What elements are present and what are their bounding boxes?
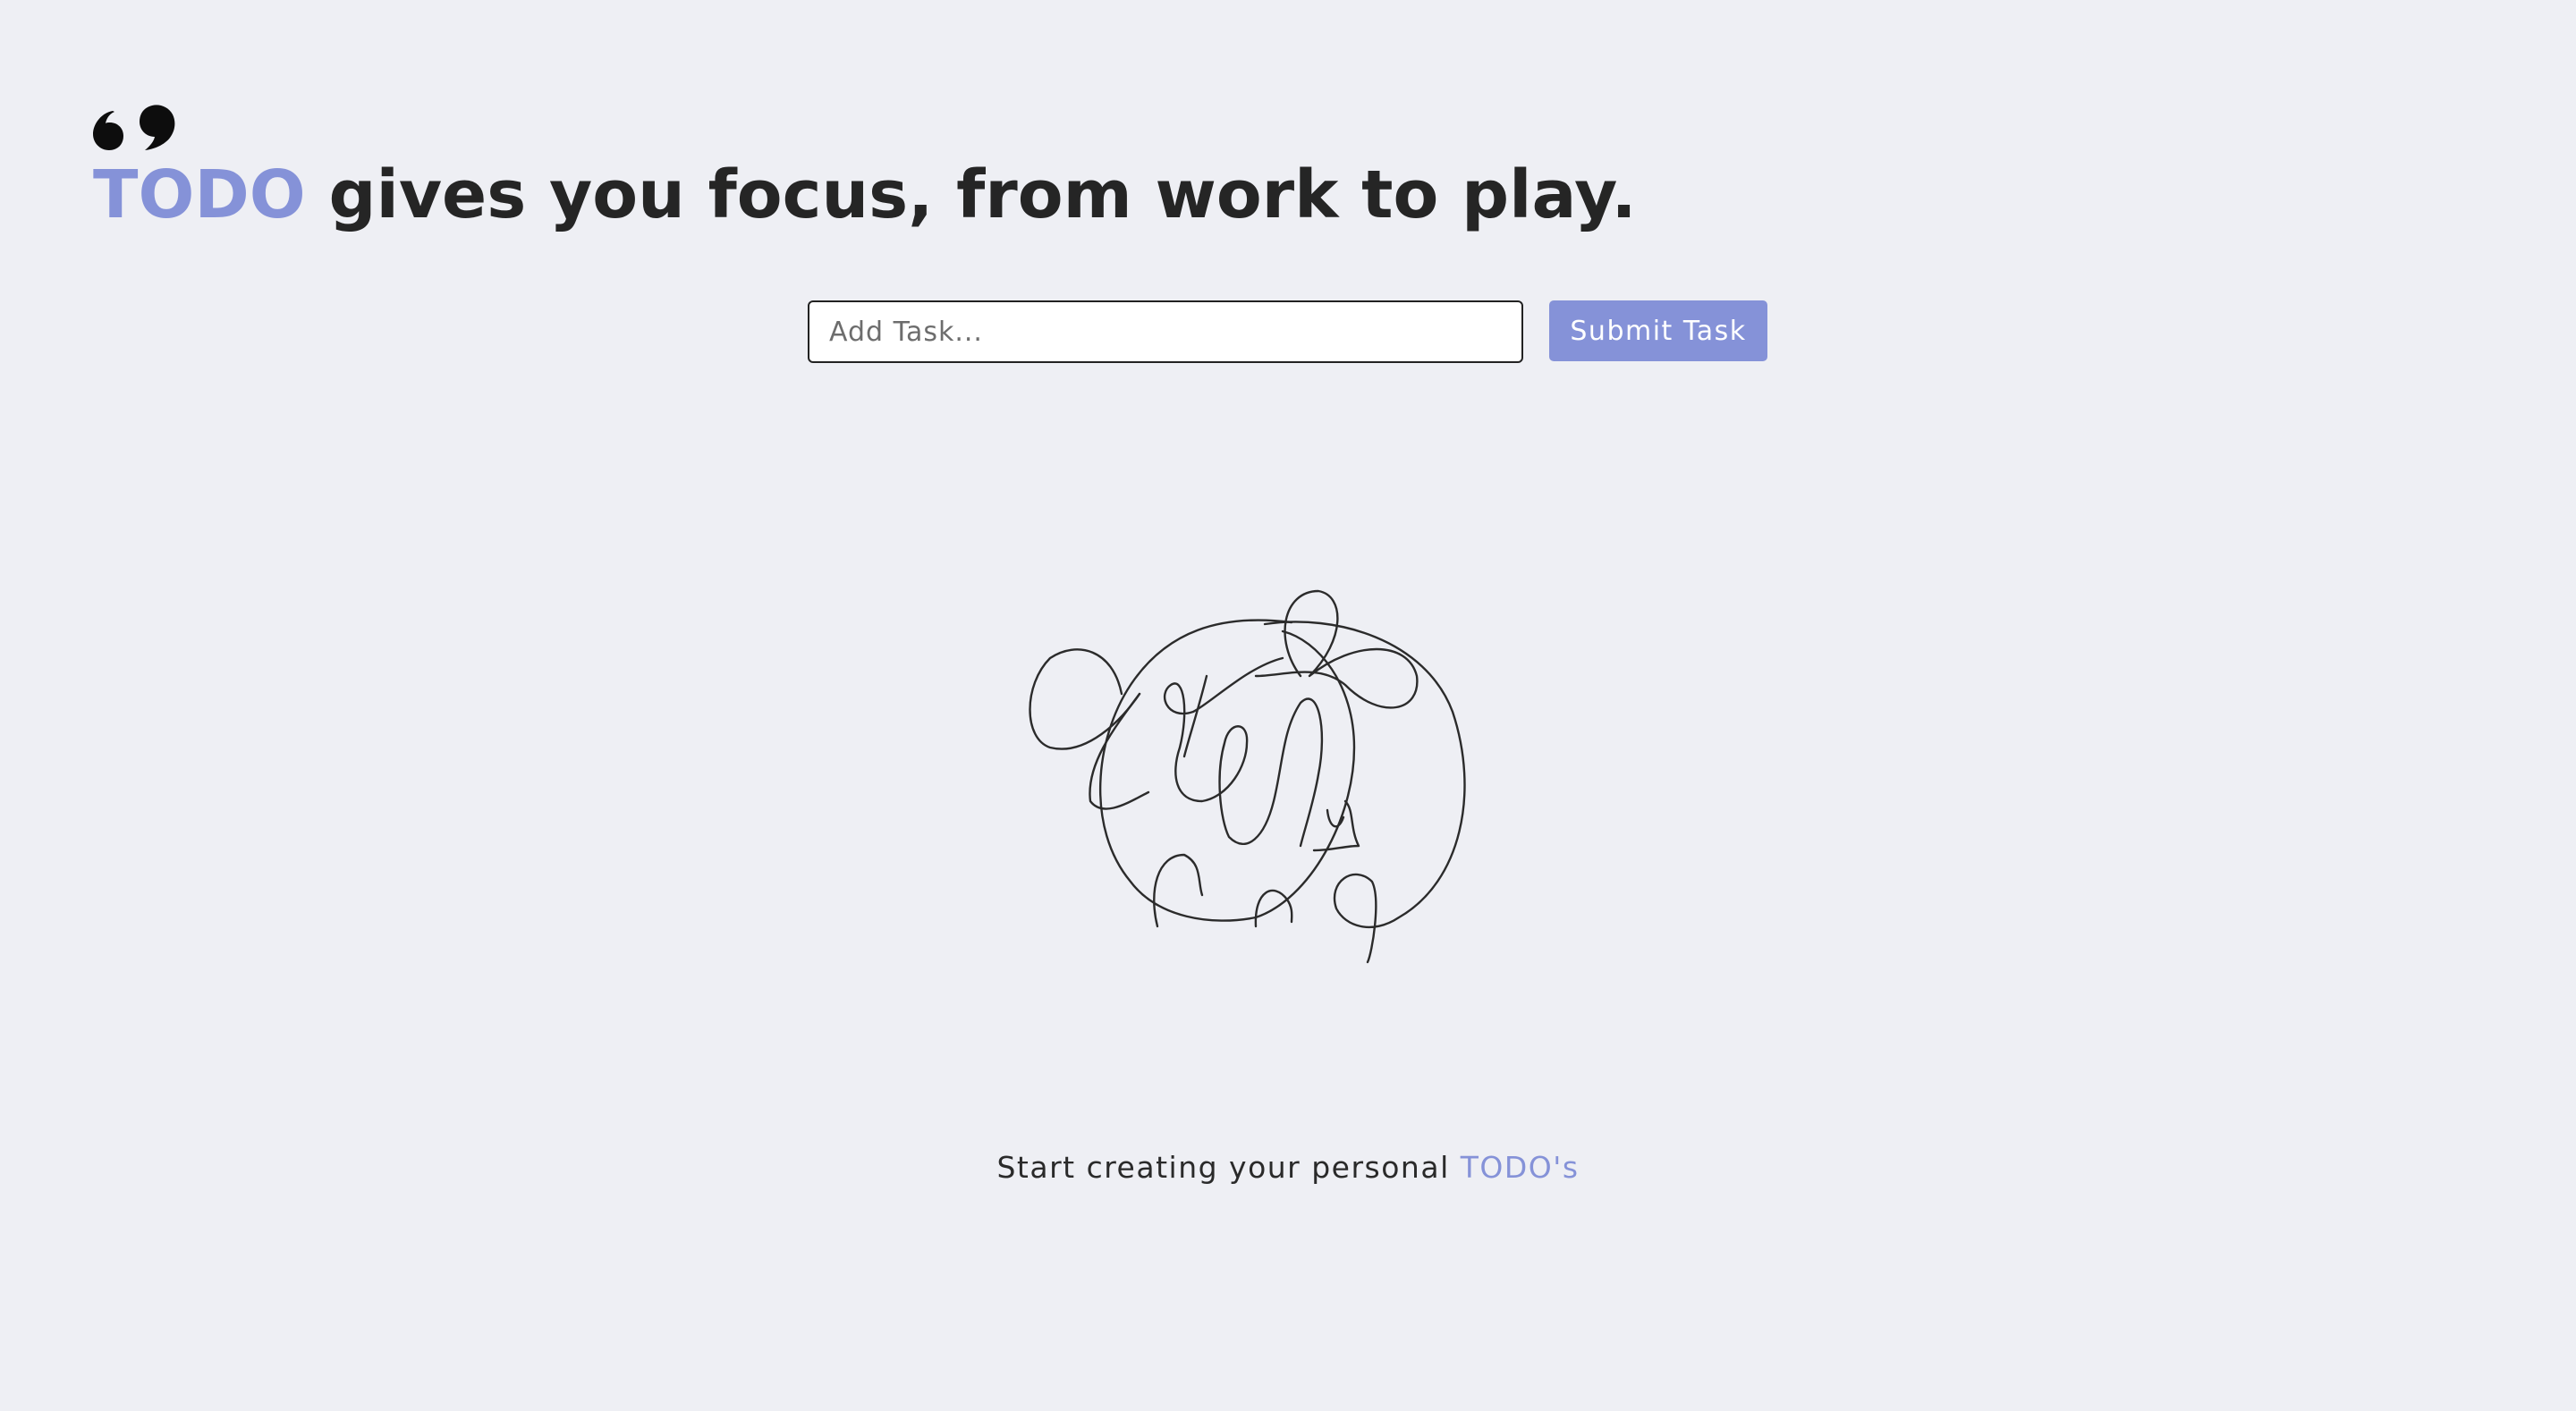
quote-mark-icon <box>93 105 175 150</box>
empty-message-accent: TODO's <box>1460 1150 1580 1185</box>
empty-message-text: Start creating your personal <box>996 1150 1461 1185</box>
page-title: TODO gives you focus, from work to play. <box>93 147 1637 243</box>
title-accent: TODO <box>93 156 306 233</box>
title-text: gives you focus, from work to play. <box>305 156 1637 233</box>
empty-state-message: Start creating your personal TODO's <box>0 1150 2576 1185</box>
submit-task-button[interactable]: Submit Task <box>1549 300 1767 361</box>
add-task-input[interactable] <box>808 300 1523 363</box>
scribble-line-drawing-icon <box>1029 589 1466 964</box>
